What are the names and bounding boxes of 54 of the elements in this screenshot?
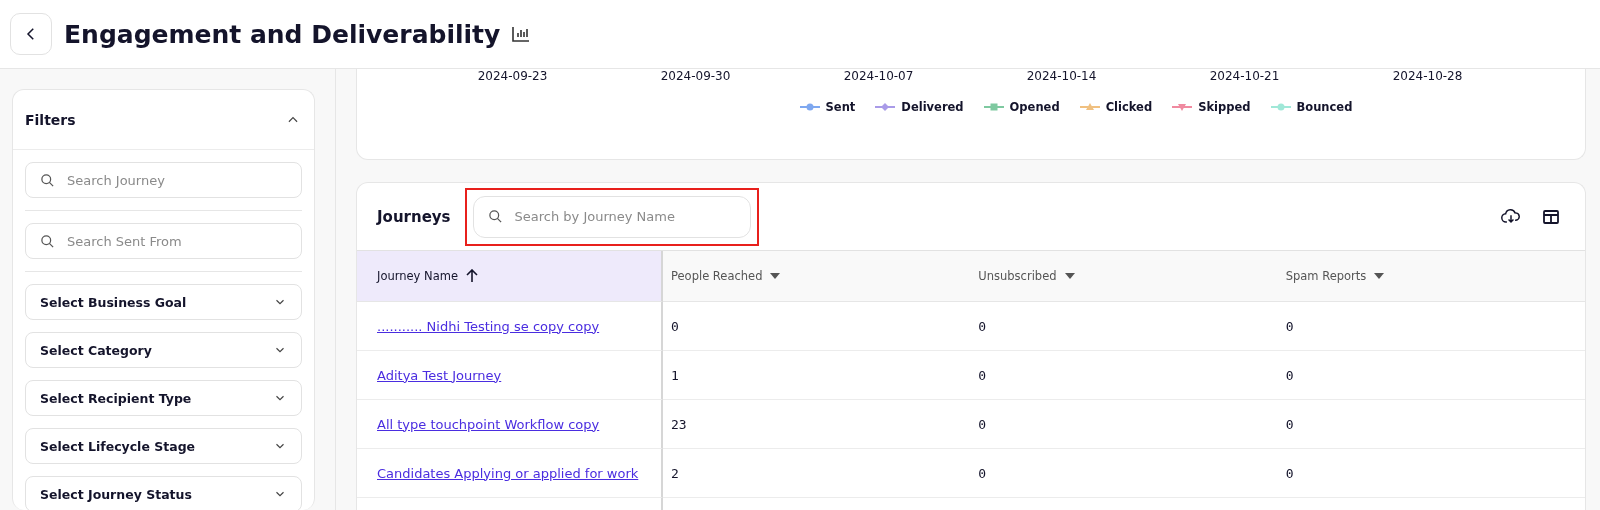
column-header[interactable]: People Reached xyxy=(663,251,971,302)
legend-label: Bounced xyxy=(1296,100,1353,114)
filter-dropdown[interactable]: Select Business Goal xyxy=(25,284,302,320)
search-icon xyxy=(40,172,55,188)
filter-dropdown[interactable]: Select Category xyxy=(25,332,302,368)
journey-link[interactable]: ........... Nidhi Testing se copy copy xyxy=(377,318,600,334)
search-field[interactable]: Search by Journey Name xyxy=(472,195,751,238)
search-input[interactable]: Search Journey xyxy=(65,171,287,189)
table-cell: 0 xyxy=(1285,367,1294,383)
journey-link[interactable]: Candidates Applying or applied for work xyxy=(377,465,639,481)
legend-label: Clicked xyxy=(1105,100,1153,114)
journey-link[interactable]: All type touchpoint Workflow copy xyxy=(377,416,600,432)
axis-label: 2024-10-07 xyxy=(842,69,915,83)
filter-dropdown[interactable]: Select Journey Status xyxy=(25,476,302,510)
column-header[interactable]: Unsubscribed xyxy=(970,251,1278,302)
bar-chart-icon xyxy=(512,26,531,42)
journey-link[interactable]: Aditya Test Journey xyxy=(377,367,502,383)
table-cell: 0 xyxy=(1285,465,1294,481)
sort-arrow-icon xyxy=(466,269,478,283)
caret-icon xyxy=(1064,273,1075,279)
axis-label: 2024-10-14 xyxy=(1025,69,1098,83)
table-cell: 1 xyxy=(671,367,679,383)
axis-label: 2024-10-21 xyxy=(1208,69,1281,83)
table-cell: 23 xyxy=(671,416,687,432)
filter-dropdown[interactable]: Select Lifecycle Stage xyxy=(25,428,302,464)
search-input[interactable]: Search Sent From xyxy=(65,232,287,250)
table-cell: 0 xyxy=(978,465,987,481)
search-field[interactable]: Search Journey xyxy=(25,162,302,198)
legend-label: Delivered xyxy=(901,100,964,114)
caret-icon xyxy=(770,273,781,279)
table-cell: 0 xyxy=(671,318,679,334)
filter-dropdown[interactable]: Select Recipient Type xyxy=(25,380,302,416)
journeys-title: Journeys xyxy=(377,207,451,226)
axis-label: 2024-09-30 xyxy=(659,69,732,83)
caret-icon xyxy=(1374,273,1385,279)
search-field[interactable]: Search Sent From xyxy=(25,223,302,259)
axis-label: 2024-10-28 xyxy=(1391,69,1464,83)
table-cell: 0 xyxy=(1285,318,1294,334)
filters-title: Filters xyxy=(25,111,76,128)
legend-label: Opened xyxy=(1009,100,1060,114)
axis-label: 2024-09-23 xyxy=(476,69,549,83)
table-cell: 0 xyxy=(978,318,987,334)
search-icon xyxy=(40,233,55,249)
legend-label: Skipped xyxy=(1198,100,1251,114)
search-input[interactable]: Search by Journey Name xyxy=(512,208,736,225)
column-header[interactable]: Spam Reports xyxy=(1277,251,1585,302)
table-cell: 2 xyxy=(671,465,679,481)
table-cell: 0 xyxy=(1285,416,1294,432)
page-title: Engagement and Deliverability xyxy=(64,19,501,49)
table-cell: 0 xyxy=(978,416,987,432)
column-header[interactable]: Journey Name xyxy=(357,251,663,302)
search-icon xyxy=(487,209,503,224)
table-cell: 0 xyxy=(978,367,987,383)
legend-label: Sent xyxy=(825,100,856,114)
